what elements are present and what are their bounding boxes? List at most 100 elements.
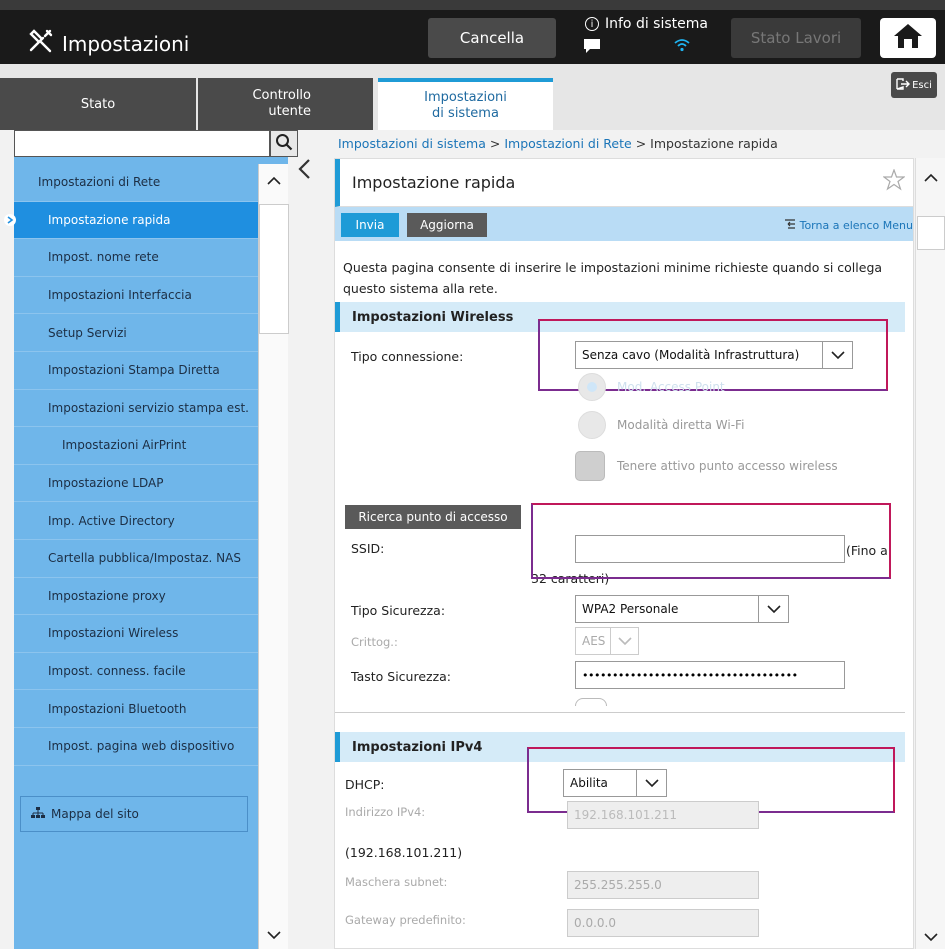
tab-status[interactable]: Stato — [0, 78, 196, 130]
main-scrollbar[interactable] — [915, 158, 945, 949]
intro-text: Questa pagina consente di inserire le im… — [343, 260, 883, 296]
chevron-down-icon — [924, 927, 938, 946]
sidebar-item-stampa-diretta[interactable]: Impostazioni Stampa Diretta — [14, 352, 258, 390]
radio-wifi-direct[interactable] — [578, 411, 606, 439]
sidebar-item-interfaccia[interactable]: Impostazioni Interfaccia — [14, 277, 258, 315]
search-button[interactable] — [270, 130, 298, 157]
breadcrumb-link-system-settings[interactable]: Impostazioni di sistema — [338, 136, 486, 151]
sidebar-item-label: Impost. pagina web dispositivo — [48, 739, 235, 754]
sidebar-item-impostazioni-di-rete[interactable]: Impostazioni di Rete — [14, 164, 258, 202]
sidebar-scrollbar[interactable] — [258, 164, 289, 949]
show-key-toggle[interactable] — [575, 698, 607, 706]
exit-icon — [896, 77, 911, 93]
sidebar-item-label: Imp. Active Directory — [48, 513, 175, 528]
search-icon — [275, 133, 293, 155]
wifi-direct-label: Modalità diretta Wi-Fi — [617, 418, 745, 432]
system-info-button[interactable]: i Info di sistema — [583, 16, 718, 66]
collapse-sidebar-button[interactable] — [296, 158, 316, 182]
breadcrumb-separator: > — [635, 136, 647, 151]
keep-ap-label: Tenere attivo punto accesso wireless — [617, 459, 838, 473]
divider — [335, 712, 905, 713]
breadcrumb: Impostazioni di sistema > Impostazioni d… — [338, 136, 778, 151]
tab-system-settings[interactable]: Impostazioni di sistema — [378, 78, 553, 130]
back-to-menu-label: Torna a elenco Menu — [799, 219, 913, 232]
action-bar: Invia Aggiorna Torna a elenco Menu — [335, 207, 913, 241]
security-type-select[interactable]: WPA2 Personale — [575, 595, 789, 623]
scroll-down-button[interactable] — [259, 919, 289, 949]
tab-system-settings-label-1: Impostazioni — [424, 90, 507, 105]
home-button[interactable] — [880, 18, 936, 58]
sidebar-item-label: Impostazione proxy — [48, 588, 166, 603]
chevron-up-icon — [267, 170, 281, 189]
sidebar-item-label: Cartella pubblica/Impostaz. NAS — [48, 551, 241, 566]
gateway-label: Gateway predefinito: — [345, 913, 466, 927]
sitemap-link[interactable]: Mappa del sito — [20, 796, 248, 832]
radio-access-point[interactable] — [578, 373, 606, 401]
scroll-up-button[interactable] — [916, 162, 945, 190]
app-title-text: Impostazioni — [62, 31, 190, 56]
scrollbar-thumb[interactable] — [259, 204, 289, 334]
scrollbar-thumb[interactable] — [917, 216, 945, 250]
gateway-input[interactable]: 0.0.0.0 — [567, 909, 759, 937]
ipv4-address-input[interactable]: 192.168.101.211 — [567, 801, 759, 829]
keep-ap-checkbox[interactable] — [575, 451, 605, 481]
security-key-input[interactable]: •••••••••••••••••••••••••••••••••••• — [575, 661, 845, 689]
submit-button[interactable]: Invia — [341, 213, 399, 237]
wireless-section-title: Impostazioni Wireless — [352, 309, 514, 325]
subnet-mask-label: Maschera subnet: — [345, 875, 448, 889]
back-to-menu-link[interactable]: Torna a elenco Menu — [784, 219, 913, 232]
job-status-button[interactable]: Stato Lavori — [731, 18, 861, 58]
sidebar-item-active-directory[interactable]: Imp. Active Directory — [14, 502, 258, 540]
sidebar-item-setup-servizi[interactable]: Setup Servizi — [14, 314, 258, 352]
sidebar-item-servizio-stampa-est[interactable]: Impostazioni servizio stampa est. — [14, 390, 258, 428]
page-title: Impostazione rapida — [352, 173, 516, 192]
star-icon[interactable] — [882, 168, 906, 195]
refresh-button[interactable]: Aggiorna — [407, 213, 487, 237]
sidebar-item-label: Setup Servizi — [48, 325, 127, 340]
search-input[interactable] — [14, 130, 270, 157]
sidebar-item-label: Impostazione LDAP — [48, 476, 164, 491]
scroll-down-button[interactable] — [916, 923, 945, 949]
search-access-point-button[interactable]: Ricerca punto di accesso — [345, 505, 521, 529]
sidebar-item-ldap[interactable]: Impostazione LDAP — [14, 465, 258, 503]
tab-system-settings-label-2: di sistema — [432, 106, 499, 121]
info-icon: i — [585, 17, 599, 31]
encryption-select[interactable]: AES — [575, 627, 639, 655]
sidebar-item-impostazione-rapida[interactable]: Impostazione rapida — [4, 201, 258, 240]
security-type-label: Tipo Sicurezza: — [351, 603, 446, 618]
sidebar-item-wireless[interactable]: Impostazioni Wireless — [14, 615, 258, 653]
tab-user-control[interactable]: Controllo utente — [198, 78, 373, 130]
scroll-up-button[interactable] — [259, 164, 289, 194]
subnet-mask-input[interactable]: 255.255.255.0 — [567, 871, 759, 899]
message-icon — [583, 38, 601, 58]
exit-button[interactable]: Esci — [891, 72, 937, 98]
tab-status-label: Stato — [80, 96, 116, 112]
encryption-label: Crittog.: — [351, 635, 398, 649]
access-point-label: Mod. Access Point — [617, 380, 725, 394]
sidebar-item-conness-facile[interactable]: Impost. conness. facile — [14, 653, 258, 691]
sidebar-item-label: Impostazioni Wireless — [48, 626, 179, 641]
sidebar-item-label: Impostazioni Interfaccia — [48, 288, 192, 303]
cancel-button[interactable]: Cancella — [428, 18, 556, 58]
app-window: Impostazioni Cancella i Info di sistema … — [0, 0, 945, 949]
sidebar-item-airprint[interactable]: Impostazioni AirPrint — [14, 427, 258, 465]
tab-user-control-label-2: utente — [268, 104, 311, 119]
sidebar-item-nome-rete[interactable]: Impost. nome rete — [14, 239, 258, 277]
sidebar-item-cartella-pubblica[interactable]: Cartella pubblica/Impostaz. NAS — [14, 540, 258, 578]
sidebar-item-label: Impost. conness. facile — [48, 664, 186, 679]
tab-user-control-label-1: Controllo — [252, 88, 311, 103]
sidebar-item-pagina-web[interactable]: Impost. pagina web dispositivo — [14, 728, 258, 766]
breadcrumb-link-network-settings[interactable]: Impostazioni di Rete — [504, 136, 631, 151]
sidebar-item-label: Impostazioni servizio stampa est. — [48, 400, 249, 415]
sitemap-label: Mappa del sito — [51, 807, 139, 821]
sidebar-item-bluetooth[interactable]: Impostazioni Bluetooth — [14, 690, 258, 728]
sidebar-item-label: Impostazioni AirPrint — [62, 438, 187, 453]
wifi-icon — [673, 38, 691, 58]
app-title: Impostazioni — [28, 28, 189, 59]
tab-row: Stato Controllo utente Impostazioni di s… — [0, 64, 945, 130]
dhcp-label: DHCP: — [345, 777, 385, 792]
top-bar: Impostazioni Cancella i Info di sistema … — [0, 0, 945, 64]
page-title-bar: Impostazione rapida — [335, 159, 913, 207]
chevron-down-icon — [758, 596, 788, 622]
sidebar-item-proxy[interactable]: Impostazione proxy — [14, 578, 258, 616]
